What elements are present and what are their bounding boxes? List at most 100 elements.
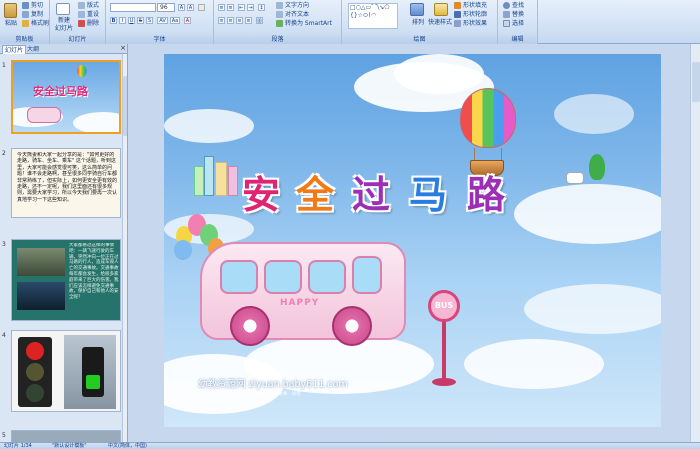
slide-counter: 幻灯片 1/34 <box>4 443 32 449</box>
copy-button[interactable]: 复制 <box>22 11 43 18</box>
cursor-icon <box>503 20 510 27</box>
slide-thumbnail-5[interactable] <box>11 430 121 442</box>
columns-button[interactable]: ▥ <box>256 17 263 24</box>
numbering-button[interactable]: ≡ <box>227 4 234 11</box>
text-direction-button[interactable]: 文字方向 <box>276 2 309 9</box>
strikethrough-button[interactable]: S <box>137 17 144 24</box>
shadow-button[interactable]: S <box>146 17 153 24</box>
shapes-gallery[interactable]: □○△▭⌒\↘⬠ {}☆⬭⌇◠ <box>348 3 398 29</box>
language-indicator[interactable]: 中文(简体，中国) <box>108 443 147 449</box>
delete-slide-button[interactable]: 删除 <box>78 20 99 27</box>
change-case-button[interactable]: Aa <box>170 17 180 24</box>
replace-icon <box>503 11 510 18</box>
bullets-button[interactable]: ≡ <box>218 4 225 11</box>
underline-button[interactable]: U <box>128 17 135 24</box>
group-label-slides: 幻灯片 <box>50 35 105 44</box>
shrink-font-button[interactable]: A <box>187 4 194 11</box>
slide-thumbnail-1[interactable]: 安全过马路 <box>11 60 121 134</box>
ribbon: 粘贴 剪切 复制 格式刷 剪贴板 新建 幻灯片 版式 重设 删除 幻灯片 96 … <box>0 0 700 44</box>
title-char-3: 过 <box>352 173 391 217</box>
reset-button[interactable]: 重设 <box>78 11 99 18</box>
grow-font-button[interactable]: A <box>178 4 185 11</box>
smartart-button[interactable]: 转换为 SmartArt <box>276 20 332 27</box>
tab-slides[interactable]: 幻灯片 <box>2 45 27 54</box>
copy-label: 复制 <box>31 11 44 18</box>
line-spacing-button[interactable]: ↕ <box>258 4 265 11</box>
close-pane-icon[interactable]: × <box>120 44 126 52</box>
slide-thumbnail-3[interactable]: 大家都看过这样的事情吧：一辆飞速行驶的车辆，突然冲向一位正在过马路的行人，造成车… <box>11 239 121 321</box>
pedestrian-light-icon <box>82 347 104 397</box>
slide-edit-area: 安 全 过 马 路 HAPPY BUS 幼教资源网 ziyuan.baby611… <box>128 44 700 442</box>
thumb-photo <box>17 248 65 276</box>
replace-button[interactable]: 替换 <box>503 11 524 18</box>
layout-button[interactable]: 版式 <box>78 2 99 9</box>
shape-fill-button[interactable]: 形状填充 <box>454 2 487 9</box>
traffic-light-icon <box>18 337 52 407</box>
hot-air-balloon <box>460 88 516 148</box>
bus-window <box>352 256 382 294</box>
bus-stop-sign: BUS <box>428 290 460 322</box>
group-label-font: 字体 <box>106 35 213 44</box>
align-text-label: 对齐文本 <box>285 11 310 18</box>
bus-window <box>264 260 302 294</box>
clear-format-button[interactable] <box>198 4 205 11</box>
new-slide-label-2[interactable]: 幻灯片 <box>55 25 73 32</box>
align-center-button[interactable]: ≡ <box>227 17 234 24</box>
font-name-box[interactable] <box>110 3 156 12</box>
shape-outline-button[interactable]: 形状轮廓 <box>454 11 487 18</box>
font-size-box[interactable]: 96 <box>157 3 175 12</box>
align-left-button[interactable]: ≡ <box>218 17 225 24</box>
format-painter-button[interactable]: 格式刷 <box>22 20 49 27</box>
font-color-button[interactable]: A <box>184 17 191 24</box>
select-label: 选择 <box>512 20 525 27</box>
powerpoint-window: 粘贴 剪切 复制 格式刷 剪贴板 新建 幻灯片 版式 重设 删除 幻灯片 96 … <box>0 0 700 449</box>
group-label-drawing: 绘图 <box>342 35 497 44</box>
find-button[interactable]: 查找 <box>503 2 524 9</box>
bus-window <box>220 260 258 294</box>
editor-scrollbar[interactable] <box>690 44 700 442</box>
shape-effects-button[interactable]: 形状效果 <box>454 20 487 27</box>
new-slide-icon <box>56 3 70 15</box>
tab-outline[interactable]: 大纲 <box>25 45 41 54</box>
quick-styles-button[interactable]: 快速样式 <box>428 19 452 26</box>
increase-indent-button[interactable]: ⇥ <box>247 4 254 11</box>
paste-button[interactable]: 粘贴 <box>5 20 17 27</box>
thumb-photo <box>17 282 65 310</box>
clipboard-group: 粘贴 剪切 复制 格式刷 剪贴板 <box>0 0 50 44</box>
delete-icon <box>78 20 85 27</box>
slide-thumbnail-4[interactable] <box>11 330 121 412</box>
slide-thumbnail-2[interactable]: 今天熊妻和大家一起分享的是："如何更好的走路，骑车、坐车、乘车" 这个话题，听到… <box>11 148 121 218</box>
italic-button[interactable]: I <box>119 17 126 24</box>
arrange-button[interactable]: 排列 <box>412 19 424 26</box>
paragraph-group: ≡ ≡ ⇤ ⇥ ↕ ≡ ≡ ≡ ≡ ▥ 文字方向 对齐文本 转换为 SmartA… <box>214 0 342 44</box>
align-right-button[interactable]: ≡ <box>236 17 243 24</box>
bus-stop-base <box>432 378 456 386</box>
decrease-indent-button[interactable]: ⇤ <box>238 4 245 11</box>
cloud <box>524 284 661 334</box>
copy-icon <box>22 11 29 18</box>
theme-name[interactable]: "默认设计模板" <box>52 443 87 449</box>
reset-icon <box>78 11 85 18</box>
small-house <box>566 172 584 184</box>
cloud <box>554 94 634 134</box>
justify-button[interactable]: ≡ <box>245 17 252 24</box>
char-spacing-button[interactable]: AV <box>157 17 168 24</box>
cloud <box>164 109 254 143</box>
select-button[interactable]: 选择 <box>503 20 524 27</box>
cut-button[interactable]: 剪切 <box>22 2 43 9</box>
new-slide-label-1[interactable]: 新建 <box>58 17 70 24</box>
bold-button[interactable]: B <box>110 17 117 24</box>
quick-styles-icon <box>434 3 448 16</box>
scrollbar-thumb[interactable] <box>692 62 700 102</box>
red-light <box>26 342 44 360</box>
cloud <box>464 339 604 389</box>
green-light <box>26 384 44 402</box>
layout-label: 版式 <box>87 2 100 9</box>
align-text-button[interactable]: 对齐文本 <box>276 11 309 18</box>
delete-label: 删除 <box>87 20 100 27</box>
shape-effects-label: 形状效果 <box>463 20 488 27</box>
pen-icon <box>454 11 461 18</box>
thumb-balloon <box>77 65 87 77</box>
thumb-number: 3 <box>2 241 6 248</box>
slide-canvas[interactable]: 安 全 过 马 路 HAPPY BUS 幼教资源网 ziyuan.baby611… <box>164 54 661 427</box>
